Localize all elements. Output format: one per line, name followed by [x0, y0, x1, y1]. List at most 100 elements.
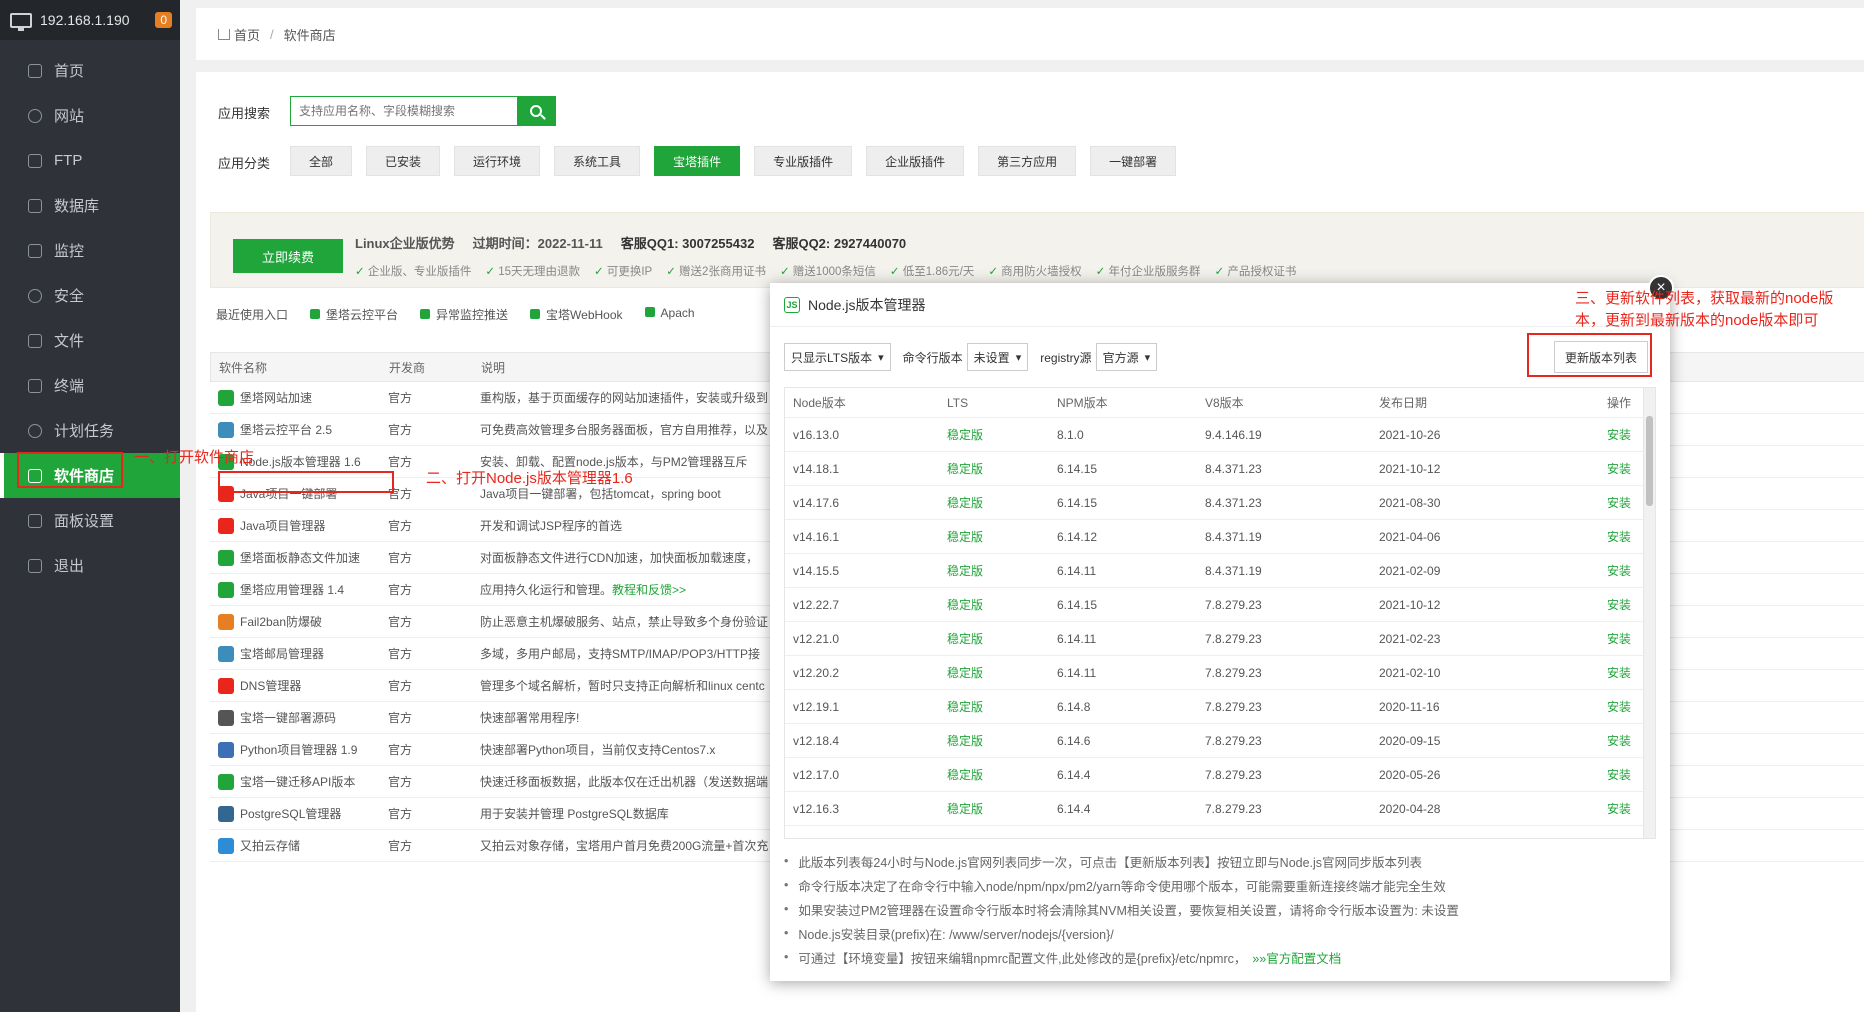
description: 多域，多用户邮局，支持SMTP/IMAP/POP3/HTTP接: [480, 647, 761, 661]
scroll-thumb[interactable]: [1646, 416, 1653, 506]
release-date: 2021-02-23: [1379, 631, 1441, 646]
search-input[interactable]: [291, 97, 517, 125]
sidebar-item-5[interactable]: 安全: [0, 273, 180, 318]
software-name-cell[interactable]: Fail2ban防爆破: [210, 613, 380, 630]
software-name-cell[interactable]: 堡塔应用管理器 1.4: [210, 581, 380, 598]
developer: 官方: [388, 839, 413, 853]
service-qq2[interactable]: 客服QQ2: 2927440070: [772, 233, 906, 252]
annotation-step2: 二、打开Node.js版本管理器1.6: [426, 470, 633, 487]
software-name: 宝塔邮局管理器: [240, 647, 325, 661]
notification-badge[interactable]: 0: [155, 12, 172, 28]
promo-feature: 赠送1000条短信: [780, 263, 876, 279]
sidebar-item-label: 计划任务: [54, 423, 115, 440]
dialog-title: Node.js版本管理器: [808, 296, 926, 313]
sidebar-item-10[interactable]: 面板设置: [0, 498, 180, 543]
lts-badge: 稳定版: [947, 734, 984, 748]
lts-filter-select[interactable]: 只显示LTS版本: [784, 343, 891, 371]
sidebar-item-1[interactable]: 网站: [0, 93, 180, 138]
software-name: 宝塔一键迁移API版本: [240, 775, 356, 789]
software-name-cell[interactable]: 宝塔邮局管理器: [210, 645, 380, 662]
home-icon: [218, 28, 230, 40]
sidebar-item-2[interactable]: FTP: [0, 138, 180, 183]
category-tab-2[interactable]: 运行环境: [454, 146, 541, 176]
version-row: v14.18.1 稳定版 6.14.15 8.4.371.23 2021-10-12 安装: [785, 452, 1655, 486]
breadcrumb-current: 软件商店: [283, 27, 336, 43]
search-button[interactable]: [517, 97, 555, 125]
note-text: 命令行版本决定了在命令行中输入node/npm/npx/pm2/yarn等命令使…: [798, 879, 1446, 894]
v8-version: 7.8.279.23: [1205, 597, 1262, 612]
category-tab-0[interactable]: 全部: [290, 146, 353, 176]
note-item: 可通过【环境变量】按钮来编辑npmrc配置文件,此处修改的是{prefix}/e…: [784, 945, 1459, 969]
software-name-cell[interactable]: Python项目管理器 1.9: [210, 741, 380, 758]
version-row: v16.13.0 稳定版 8.1.0 9.4.146.19 2021-10-26 安装: [785, 418, 1655, 452]
category-tab-6[interactable]: 企业版插件: [866, 146, 965, 176]
version-table-scrollbar[interactable]: [1643, 388, 1655, 838]
software-name-cell[interactable]: DNS管理器: [210, 677, 380, 694]
server-header[interactable]: 192.168.1.190 0: [0, 0, 180, 40]
lts-badge: 稳定版: [947, 530, 984, 544]
version-row: v12.21.0 稳定版 6.14.11 7.8.279.23 2021-02-23 安装: [785, 622, 1655, 656]
breadcrumb-home[interactable]: 首页: [234, 25, 260, 44]
recent-item[interactable]: Apach: [644, 306, 695, 323]
annotation-box-update: [1527, 333, 1652, 377]
category-tab-8[interactable]: 一键部署: [1090, 146, 1177, 176]
sidebar-item-11[interactable]: 退出: [0, 543, 180, 588]
renew-button[interactable]: 立即续费: [233, 239, 343, 273]
note-text: 此版本列表每24小时与Node.js官网列表同步一次，可点击【更新版本列表】按钮…: [798, 855, 1423, 870]
note-text: 可通过【环境变量】按钮来编辑npmrc配置文件,此处修改的是{prefix}/e…: [798, 951, 1247, 966]
description: 重构版，基于页面缓存的网站加速插件，安装或升级到: [480, 391, 769, 405]
software-name-cell[interactable]: 又拍云存储: [210, 837, 380, 854]
app-icon: [218, 773, 234, 790]
col-lts: LTS: [947, 395, 969, 410]
npm-version: 6.14.15: [1057, 495, 1098, 510]
sidebar-item-6[interactable]: 文件: [0, 318, 180, 363]
registry-select[interactable]: 官方源: [1095, 343, 1158, 371]
annotation-step3-line1: 三、更新软件列表，获取最新的node版: [1575, 290, 1834, 307]
software-name-cell[interactable]: 宝塔一键迁移API版本: [210, 773, 380, 790]
node-version: v12.22.7: [793, 597, 840, 612]
software-name-cell[interactable]: 堡塔云控平台 2.5: [210, 421, 380, 438]
software-name: 堡塔云控平台 2.5: [240, 423, 333, 437]
developer: 官方: [388, 679, 413, 693]
release-date: 2020-09-15: [1379, 733, 1441, 748]
category-tab-4[interactable]: 宝塔插件: [654, 146, 741, 176]
recent-item[interactable]: 堡塔云控平台: [310, 306, 398, 323]
category-tab-3[interactable]: 系统工具: [554, 146, 641, 176]
official-config-doc-link[interactable]: »»官方配置文档: [1252, 948, 1341, 967]
recent-item-label: 宝塔WebHook: [546, 308, 623, 322]
software-name-cell[interactable]: PostgreSQL管理器: [210, 805, 380, 822]
sidebar-item-3[interactable]: 数据库: [0, 183, 180, 228]
developer: 官方: [388, 391, 413, 405]
lts-badge: 稳定版: [947, 428, 984, 442]
category-tab-5[interactable]: 专业版插件: [754, 146, 853, 176]
developer: 官方: [388, 423, 413, 437]
col-npm: NPM版本: [1057, 396, 1108, 410]
recent-item[interactable]: 宝塔WebHook: [530, 306, 623, 323]
lts-badge: 稳定版: [947, 598, 984, 612]
sidebar-item-0[interactable]: 首页: [0, 48, 180, 93]
sidebar-item-7[interactable]: 终端: [0, 363, 180, 408]
software-name-cell[interactable]: 宝塔一键部署源码: [210, 709, 380, 726]
cli-version-select[interactable]: 未设置: [966, 343, 1029, 371]
tutorial-link[interactable]: 教程和反馈>>: [612, 583, 686, 597]
version-row: v12.19.1 稳定版 6.14.8 7.8.279.23 2020-11-16 安装: [785, 690, 1655, 724]
app-icon: [218, 421, 234, 438]
sidebar-item-4[interactable]: 监控: [0, 228, 180, 273]
app-icon: [218, 709, 234, 726]
version-row: v12.20.2 稳定版 6.14.11 7.8.279.23 2021-02-10 安装: [785, 656, 1655, 690]
version-row: v12.16.3 稳定版 6.14.4 7.8.279.23 2020-04-28 安装: [785, 792, 1655, 826]
software-name-cell[interactable]: 堡塔面板静态文件加速: [210, 549, 380, 566]
category-tab-7[interactable]: 第三方应用: [978, 146, 1077, 176]
software-name-cell[interactable]: Java项目管理器: [210, 517, 380, 534]
recent-label: 最近使用入口: [216, 308, 289, 322]
recent-item[interactable]: 异常监控推送: [420, 306, 508, 323]
software-name-cell[interactable]: 堡塔网站加速: [210, 389, 380, 406]
v8-version: 7.8.279.23: [1205, 767, 1262, 782]
software-name: 堡塔应用管理器 1.4: [240, 583, 345, 597]
version-row: v12.18.4 稳定版 6.14.6 7.8.279.23 2020-09-15 安装: [785, 724, 1655, 758]
software-name: 又拍云存储: [240, 839, 301, 853]
service-qq1[interactable]: 客服QQ1: 3007255432: [621, 233, 755, 252]
clock-icon: [28, 423, 42, 438]
promo-features: 企业版、专业版插件 15天无理由退款可更换IP 赠送2张商用证书赠送1000条短信低…: [355, 263, 1297, 279]
category-tab-1[interactable]: 已安装: [366, 146, 441, 176]
